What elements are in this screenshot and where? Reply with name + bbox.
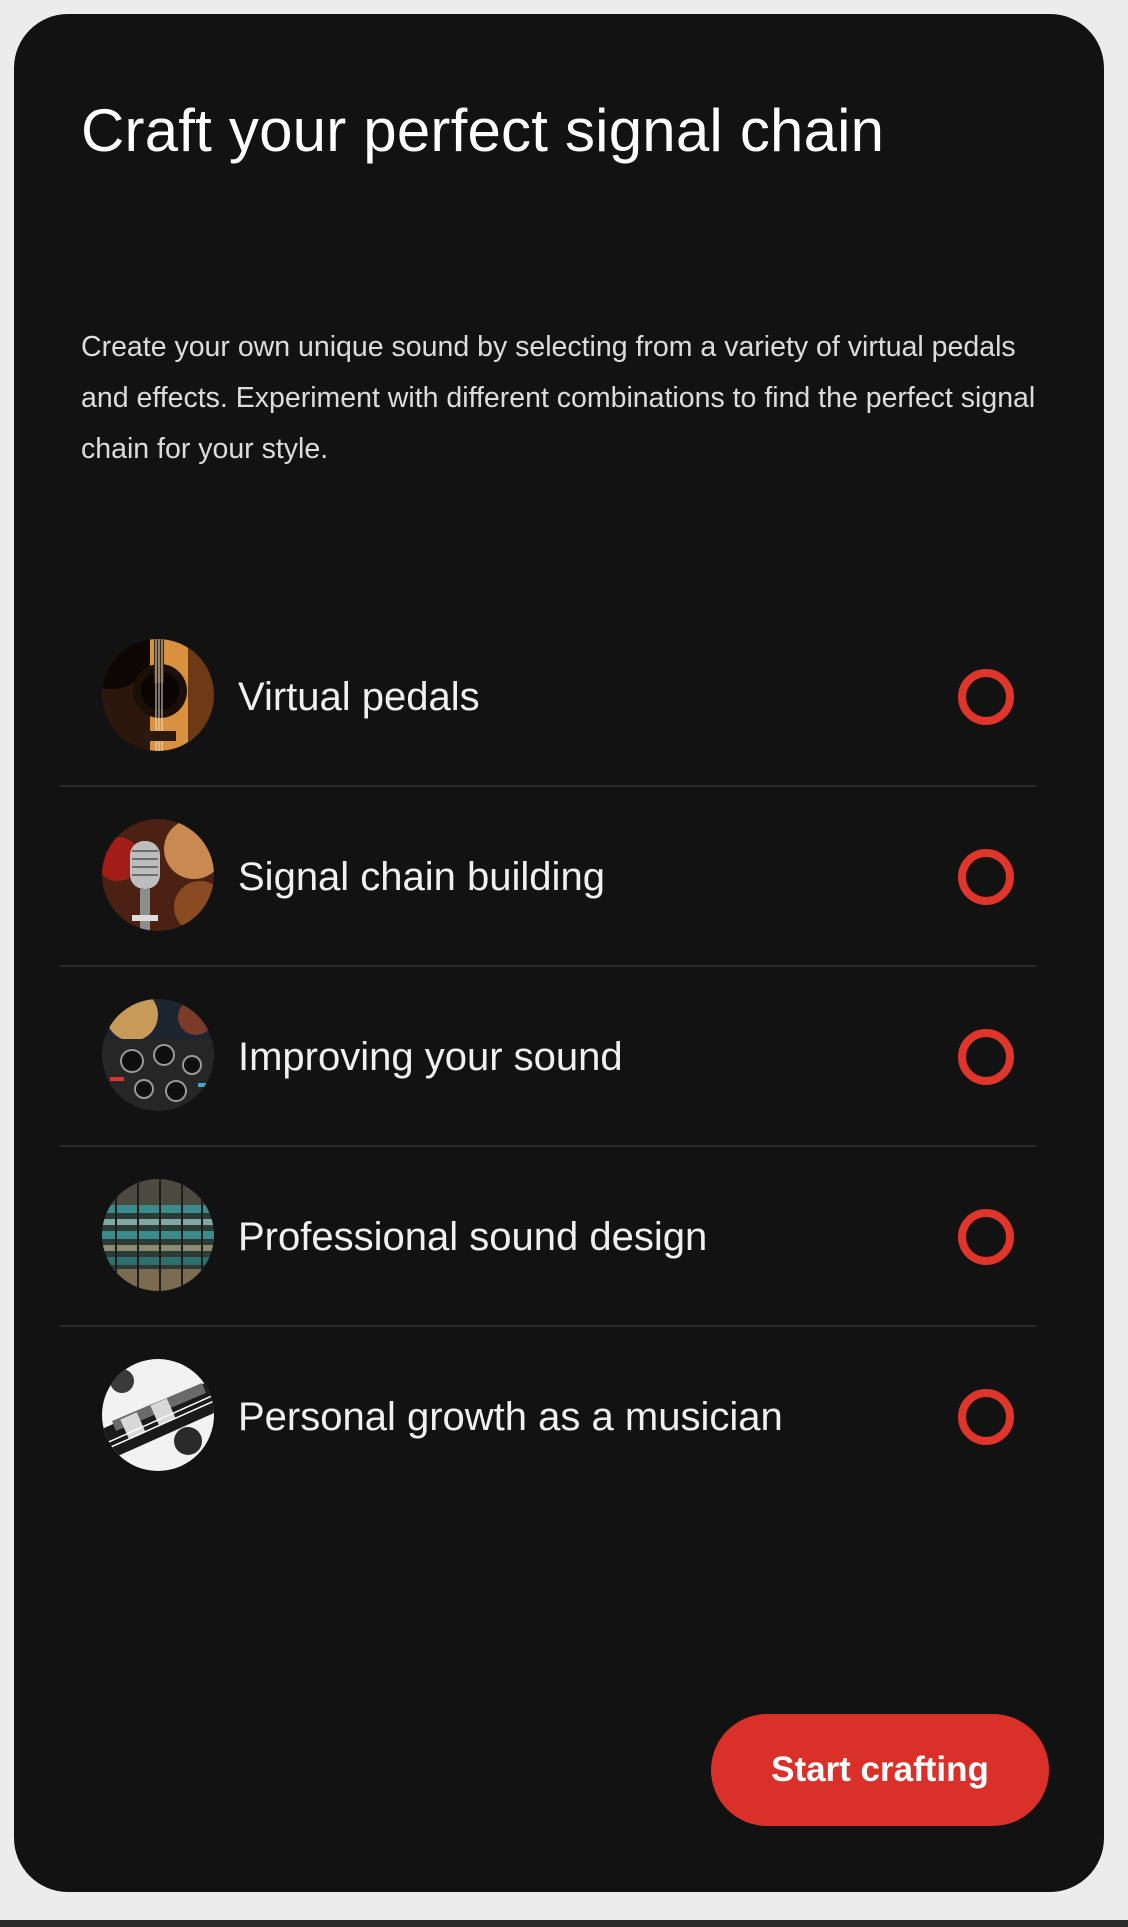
acoustic-guitar-thumbnail: [102, 639, 214, 751]
circuit-board-thumbnail: [102, 1179, 214, 1291]
bottom-edge-divider: [0, 1920, 1128, 1927]
option-label: Personal growth as a musician: [238, 1395, 783, 1439]
mixing-console-knobs-thumbnail: [102, 999, 214, 1111]
microphone-thumbnail: [102, 819, 214, 931]
option-list: Virtual pedals Signal chain building Imp…: [60, 607, 1036, 1507]
option-label: Signal chain building: [238, 855, 605, 899]
option-improving-your-sound[interactable]: Improving your sound: [60, 967, 1036, 1147]
intro-description: Create your own unique sound by selectin…: [81, 331, 1036, 465]
option-professional-sound-design[interactable]: Professional sound design: [60, 1147, 1036, 1327]
radio-button[interactable]: [958, 1209, 1014, 1265]
electric-guitar-thumbnail: [102, 1359, 214, 1471]
radio-button[interactable]: [958, 669, 1014, 725]
page-title: Craft your perfect signal chain: [81, 97, 885, 164]
option-label: Virtual pedals: [238, 675, 480, 719]
option-virtual-pedals[interactable]: Virtual pedals: [60, 607, 1036, 787]
signal-chain-card: Craft your perfect signal chain Create y…: [14, 14, 1104, 1892]
option-label: Improving your sound: [238, 1035, 623, 1079]
radio-button[interactable]: [958, 1029, 1014, 1085]
radio-button[interactable]: [958, 1389, 1014, 1445]
option-personal-growth[interactable]: Personal growth as a musician: [60, 1327, 1036, 1507]
option-signal-chain-building[interactable]: Signal chain building: [60, 787, 1036, 967]
radio-button[interactable]: [958, 849, 1014, 905]
option-label: Professional sound design: [238, 1215, 708, 1259]
start-crafting-button[interactable]: Start crafting: [711, 1714, 1049, 1826]
